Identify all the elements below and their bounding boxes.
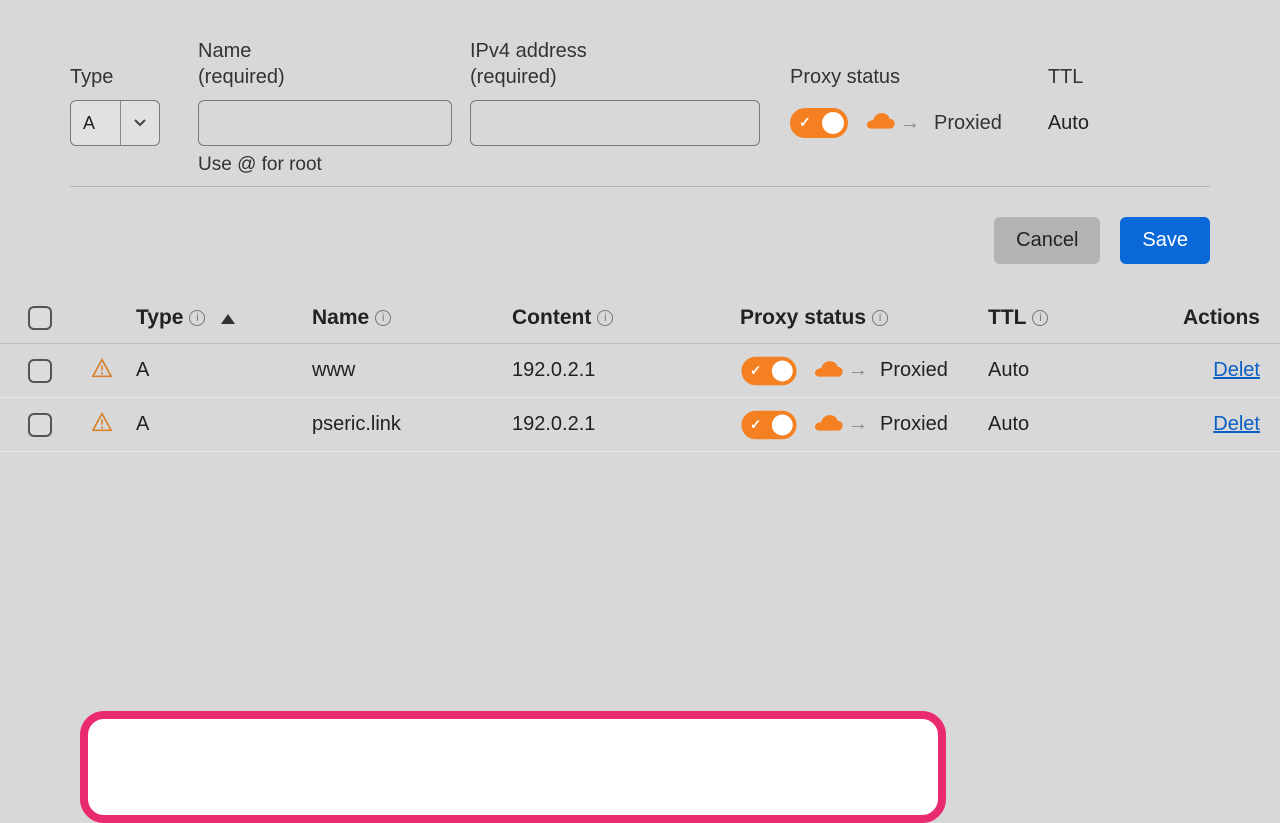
name-input[interactable] — [198, 100, 452, 146]
info-icon: i — [597, 310, 613, 326]
cell-name: pseric.link — [312, 413, 512, 436]
cloud-icon: → — [810, 359, 868, 382]
ipv4-label: IPv4 address (required) — [470, 38, 760, 90]
cell-type: A — [136, 413, 312, 436]
info-icon: i — [872, 310, 888, 326]
col-name[interactable]: Namei — [312, 306, 512, 330]
table-header: Typei Namei Contenti Proxy statusi TTLi … — [0, 292, 1280, 344]
col-proxy[interactable]: Proxy statusi — [740, 306, 988, 330]
proxy-label: Proxy status — [790, 64, 1002, 90]
name-helper: Use @ for root — [198, 154, 452, 176]
cell-proxy: → Proxied — [740, 356, 988, 386]
delete-link[interactable]: Delet — [1146, 413, 1260, 436]
sort-asc-icon — [221, 306, 235, 330]
cloud-icon: → — [810, 413, 868, 436]
info-icon: i — [189, 310, 205, 326]
table-row[interactable]: A pseric.link 192.0.2.1 → Proxied Auto D… — [0, 398, 1280, 452]
warning-icon — [92, 412, 136, 438]
cell-type: A — [136, 359, 312, 382]
proxy-status-label: Proxied — [880, 359, 948, 382]
type-select[interactable]: A — [70, 100, 160, 146]
cell-ttl: Auto — [988, 359, 1146, 382]
col-type[interactable]: Typei — [136, 306, 312, 330]
type-label: Type — [70, 64, 180, 90]
cell-content: 192.0.2.1 — [512, 359, 740, 382]
info-icon: i — [375, 310, 391, 326]
table-row[interactable]: A www 192.0.2.1 → Proxied Auto Delet — [0, 344, 1280, 398]
col-ttl[interactable]: TTLi — [988, 306, 1146, 330]
col-actions: Actions — [1146, 306, 1260, 330]
ipv4-input[interactable] — [470, 100, 760, 146]
row-proxy-toggle[interactable] — [741, 410, 796, 439]
type-value: A — [71, 101, 121, 145]
proxy-status-label: Proxied — [880, 413, 948, 436]
row-checkbox[interactable] — [28, 359, 52, 383]
name-label: Name (required) — [198, 38, 452, 90]
proxy-toggle[interactable] — [790, 108, 848, 138]
info-icon: i — [1032, 310, 1048, 326]
delete-link[interactable]: Delet — [1146, 359, 1260, 382]
cancel-button[interactable]: Cancel — [994, 217, 1100, 264]
cell-content: 192.0.2.1 — [512, 413, 740, 436]
ttl-label: TTL — [1048, 64, 1089, 90]
row-checkbox[interactable] — [28, 413, 52, 437]
chevron-down-icon — [121, 119, 159, 127]
col-content[interactable]: Contenti — [512, 306, 740, 330]
warning-icon — [92, 358, 136, 384]
save-button[interactable]: Save — [1120, 217, 1210, 264]
ttl-value: Auto — [1048, 100, 1089, 146]
cell-name: www — [312, 359, 512, 382]
cell-ttl: Auto — [988, 413, 1146, 436]
cloud-icon: → — [862, 112, 920, 135]
proxy-value-label: Proxied — [934, 112, 1002, 135]
cell-proxy: → Proxied — [740, 410, 988, 440]
row-proxy-toggle[interactable] — [741, 356, 796, 385]
highlight-annotation — [80, 711, 946, 823]
select-all-checkbox[interactable] — [28, 306, 52, 330]
